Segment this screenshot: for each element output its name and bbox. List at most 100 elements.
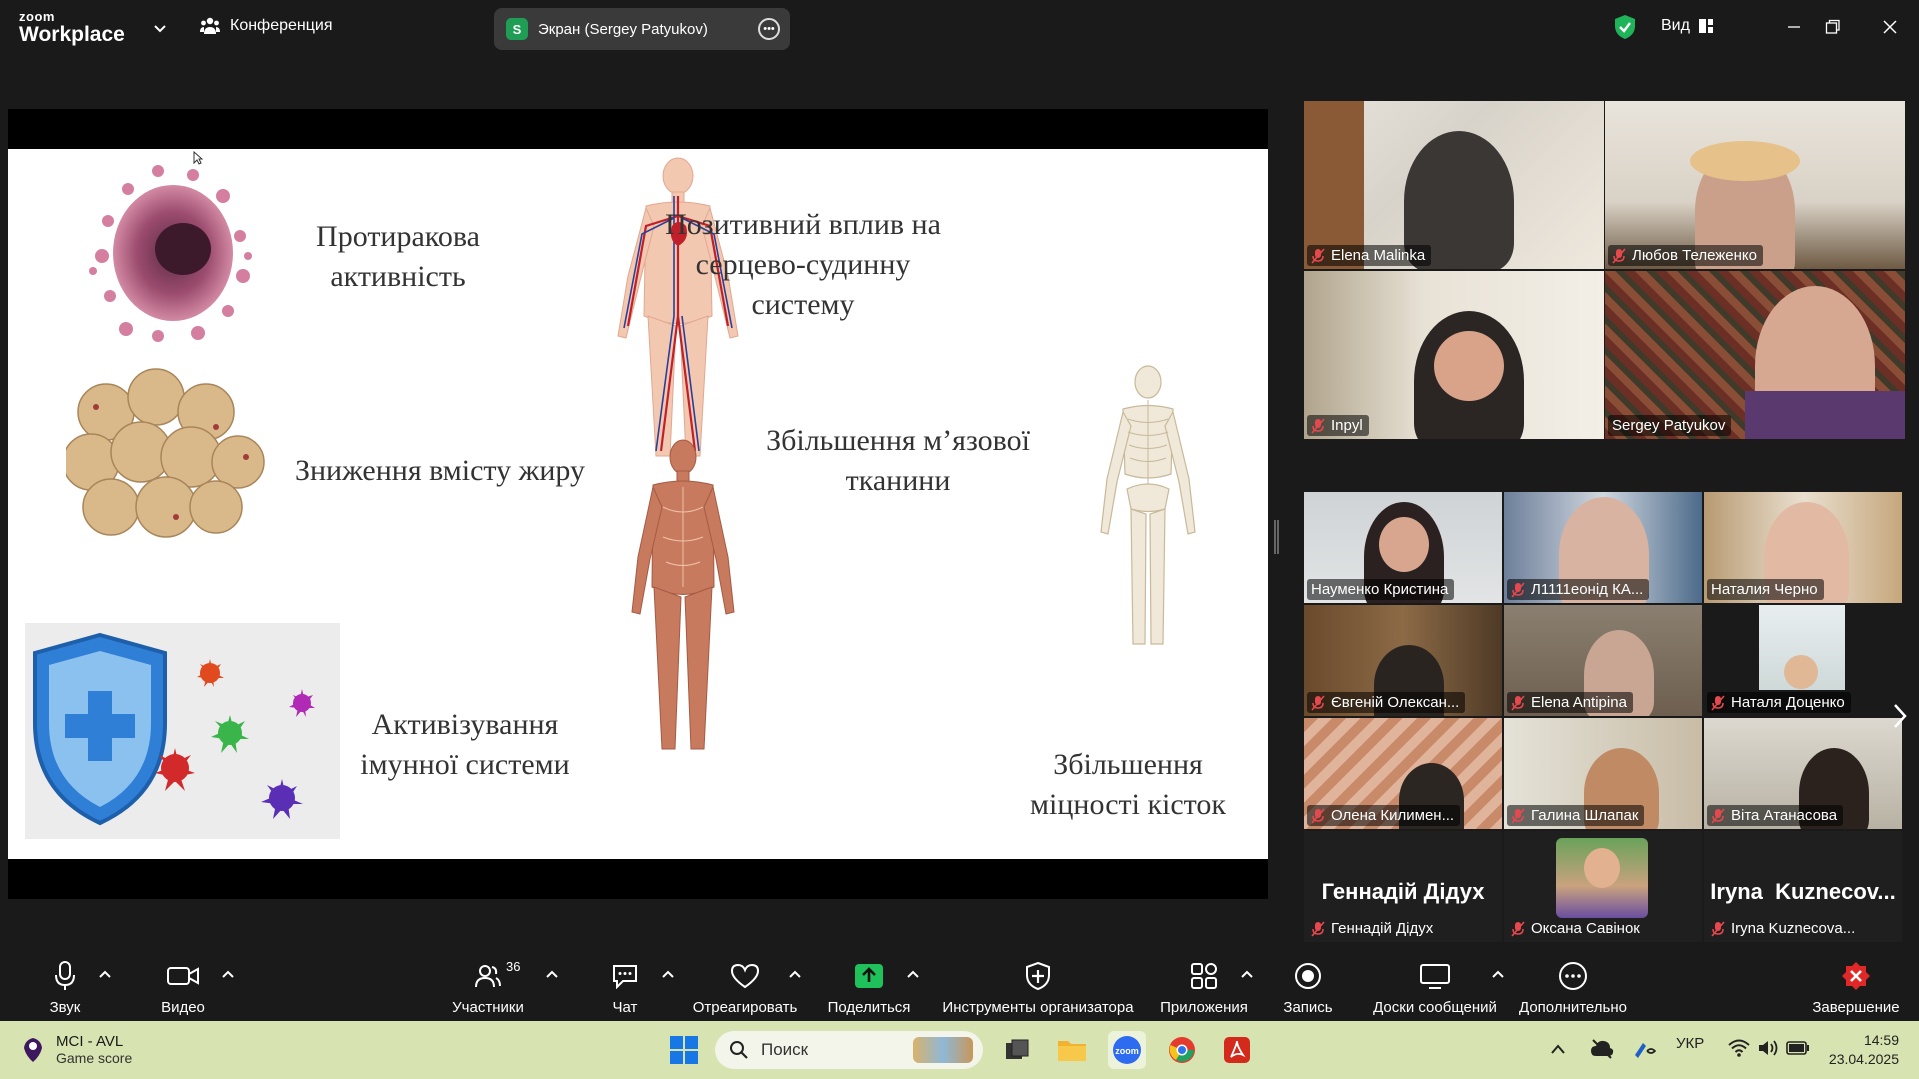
video-tile-avatar[interactable]: Оксана Савінок: [1504, 831, 1702, 942]
windows-start-icon: [670, 1036, 698, 1064]
video-tile[interactable]: Наталия Черно: [1704, 492, 1902, 603]
chat-icon: [613, 965, 637, 989]
more-button[interactable]: Дополнительно: [1518, 947, 1628, 1021]
file-explorer-button[interactable]: [1053, 1031, 1091, 1069]
video-tile[interactable]: Галина Шлапак: [1504, 718, 1702, 829]
title-bar: zoom Workplace Конференция S Экран (Serg…: [0, 0, 1919, 56]
system-clock[interactable]: 14:59 23.04.2025: [1815, 1031, 1899, 1069]
brand-top: zoom: [19, 9, 55, 24]
video-tile[interactable]: Любов Тележенко: [1605, 101, 1905, 269]
chrome-button[interactable]: [1163, 1031, 1201, 1069]
battery-charging-icon[interactable]: [1786, 1040, 1810, 1056]
participant-name-tag: Галина Шлапак: [1507, 805, 1645, 826]
host-tools-button[interactable]: Инструменты организатора: [940, 947, 1136, 1021]
task-view-icon: [1006, 1039, 1029, 1059]
immune-shield-image: [25, 623, 340, 839]
svg-text:zoom: zoom: [1115, 1046, 1139, 1056]
audio-button[interactable]: Звук: [45, 947, 85, 1021]
keyboard-language[interactable]: УКР: [1676, 1035, 1704, 1052]
whiteboards-button[interactable]: Доски сообщений: [1370, 947, 1500, 1021]
acrobat-button[interactable]: [1218, 1031, 1256, 1069]
participants-button[interactable]: 36 Участники: [448, 947, 528, 1021]
video-button[interactable]: Видео: [158, 947, 208, 1021]
participant-name-tag: Науменко Кристина: [1307, 579, 1455, 600]
video-tile[interactable]: Євгеній Олексан...: [1304, 605, 1502, 716]
participants-options-caret-icon[interactable]: [545, 969, 559, 979]
premier-league-logo-icon: [24, 1037, 42, 1062]
participant-name-tag: Elena Malinka: [1307, 245, 1432, 266]
video-tile[interactable]: Elena Antipina: [1504, 605, 1702, 716]
end-meeting-button[interactable]: Завершение: [1812, 947, 1900, 1021]
maximize-button[interactable]: [1813, 10, 1853, 44]
slide-item-anticancer: Протиракова активність: [316, 220, 480, 293]
share-options-caret-icon[interactable]: [906, 969, 920, 979]
volume-icon[interactable]: [1758, 1039, 1780, 1057]
chevron-down-icon[interactable]: [150, 18, 170, 38]
close-window-button[interactable]: [1870, 10, 1910, 44]
view-button[interactable]: Вид: [1661, 17, 1714, 35]
slide-item-immune-activation: Активізування імунної системи: [360, 708, 570, 781]
more-options-icon[interactable]: •••: [758, 18, 780, 40]
mic-muted-icon: [1511, 581, 1525, 598]
video-tile[interactable]: Віта Атанасова: [1704, 718, 1902, 829]
participant-name-tag: Оксана Савінок: [1507, 918, 1646, 939]
mic-muted-icon: [1311, 920, 1325, 937]
meeting-menu[interactable]: Конференция: [200, 17, 333, 35]
participant-name-tag: Геннадій Дідух: [1307, 918, 1439, 939]
apps-button[interactable]: Приложения: [1158, 947, 1250, 1021]
restore-icon: [1825, 19, 1840, 34]
video-tile[interactable]: Л1111еонід КА...: [1504, 492, 1702, 603]
participant-name-tag: Олена Килимен...: [1307, 805, 1461, 826]
minimize-button[interactable]: [1774, 10, 1814, 44]
next-page-arrow-icon[interactable]: [1892, 702, 1908, 730]
chat-options-caret-icon[interactable]: [661, 969, 675, 979]
slide-item-bone-strength: Збільшення міцності кісток: [1030, 748, 1226, 821]
react-options-caret-icon[interactable]: [788, 969, 802, 979]
participants-icon: [475, 965, 501, 988]
audio-options-caret-icon[interactable]: [98, 969, 112, 979]
react-button[interactable]: Отреагировать: [692, 947, 798, 1021]
video-tile[interactable]: Науменко Кристина: [1304, 492, 1502, 603]
start-button[interactable]: [665, 1031, 703, 1069]
more-label: Дополнительно: [1519, 999, 1627, 1016]
video-options-caret-icon[interactable]: [221, 969, 235, 979]
screen-share-indicator[interactable]: S Экран (Sergey Patyukov) •••: [494, 8, 790, 50]
mic-muted-icon: [1511, 807, 1525, 824]
cloud-offline-icon[interactable]: [1590, 1038, 1614, 1060]
security-shield-icon[interactable]: [1613, 14, 1637, 40]
minimize-icon: [1788, 26, 1800, 28]
pen-input-icon[interactable]: [1631, 1037, 1659, 1061]
video-tile-no-video[interactable]: Геннадій Дідух Геннадій Дідух: [1304, 831, 1502, 942]
widgets-button[interactable]: MCI - AVL Game score: [20, 1033, 132, 1066]
video-tile-no-video[interactable]: Iryna Kuznecov... Iryna Kuznecova...: [1704, 831, 1902, 942]
wifi-icon[interactable]: [1728, 1039, 1750, 1057]
mic-muted-icon: [1711, 694, 1725, 711]
show-hidden-icons-icon[interactable]: [1550, 1043, 1566, 1055]
video-tile[interactable]: Наталя Доценко: [1704, 605, 1902, 716]
search-placeholder: Поиск: [761, 1040, 809, 1059]
door-frame: [1304, 101, 1364, 269]
zoom-taskbar-button[interactable]: zoom: [1108, 1031, 1146, 1069]
mic-muted-icon: [1612, 247, 1626, 264]
slide-item-cardiovascular: Позитивний вплив на серцево-судинну сист…: [665, 208, 941, 321]
task-view-button[interactable]: [998, 1031, 1036, 1069]
video-tile-active-speaker[interactable]: Sergey Patyukov: [1605, 271, 1905, 439]
share-screen-icon: [855, 964, 883, 988]
participant-display-name: Iryna Kuznecov...: [1710, 879, 1896, 904]
share-screen-button[interactable]: Поделиться: [826, 947, 912, 1021]
chat-label: Чат: [612, 999, 638, 1016]
microphone-icon: [55, 961, 75, 990]
video-tile[interactable]: Олена Килимен...: [1304, 718, 1502, 829]
video-tile[interactable]: Elena Malinka: [1304, 101, 1604, 269]
record-button[interactable]: Запись: [1282, 947, 1334, 1021]
chat-button[interactable]: Чат: [605, 947, 645, 1021]
whiteboards-options-caret-icon[interactable]: [1491, 969, 1505, 979]
apps-options-caret-icon[interactable]: [1240, 969, 1254, 979]
panel-resize-handle[interactable]: [1274, 520, 1279, 554]
video-tile[interactable]: Inpyl: [1304, 271, 1604, 439]
participant-name-tag: Любов Тележенко: [1608, 245, 1763, 266]
participant-name-tag: Sergey Patyukov: [1608, 415, 1732, 436]
windows-taskbar: MCI - AVL Game score Поиск zoom УКР 14:5…: [0, 1021, 1919, 1079]
taskbar-search[interactable]: Поиск: [715, 1031, 983, 1069]
meeting-menu-label: Конференция: [230, 17, 333, 34]
